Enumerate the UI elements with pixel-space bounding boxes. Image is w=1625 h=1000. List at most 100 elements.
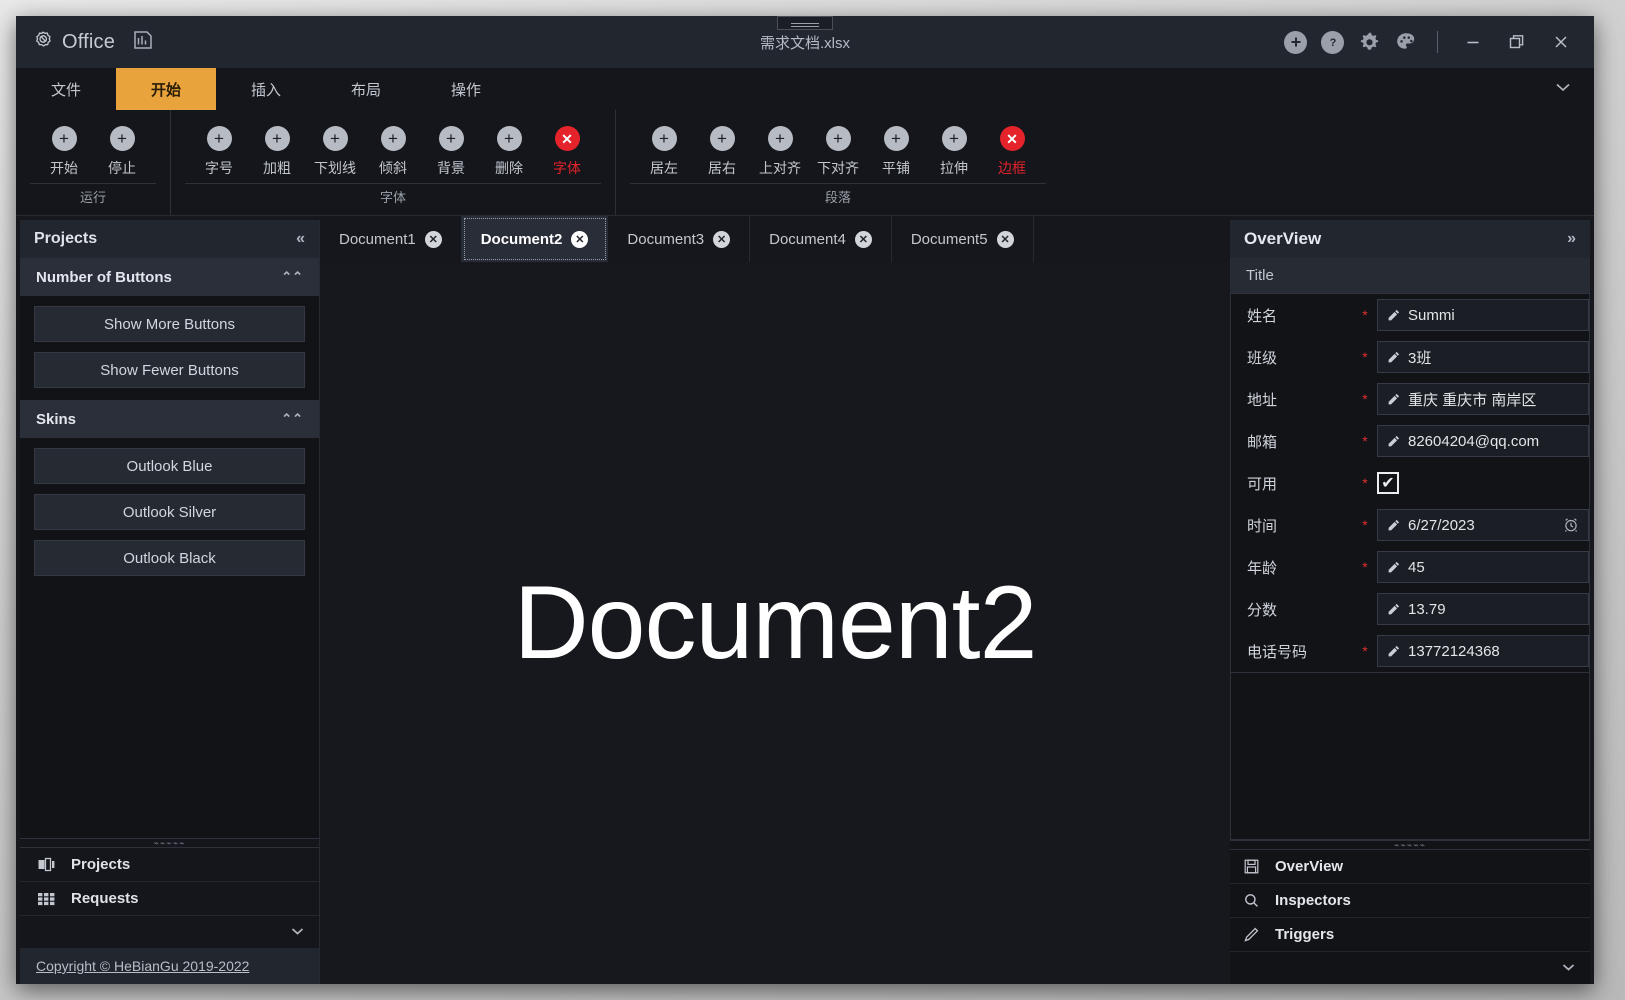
pencil-icon bbox=[1387, 351, 1400, 364]
document-tab-4[interactable]: Document4 ✕ bbox=[750, 216, 892, 262]
chevron-down-icon bbox=[290, 923, 305, 941]
document-canvas[interactable]: Document2 bbox=[320, 262, 1230, 984]
ribbon-button-border[interactable]: ✕ 边框 bbox=[986, 118, 1038, 181]
sidebar-group-body-buttons: Show More Buttons Show Fewer Buttons bbox=[20, 296, 319, 400]
search-icon bbox=[1244, 893, 1259, 908]
ribbon-tab-layout[interactable]: 布局 bbox=[316, 68, 416, 110]
document-tab-label: Document5 bbox=[910, 230, 988, 248]
close-icon[interactable]: ✕ bbox=[713, 230, 731, 248]
show-more-buttons-button[interactable]: Show More Buttons bbox=[34, 306, 305, 342]
field-control: Summi bbox=[1377, 299, 1589, 331]
sidebar-group-header-skins[interactable]: Skins ⌃⌃ bbox=[20, 400, 319, 438]
name-input[interactable]: Summi bbox=[1377, 299, 1589, 331]
email-input[interactable]: 82604204@qq.com bbox=[1377, 425, 1589, 457]
class-input[interactable]: 3班 bbox=[1377, 341, 1589, 373]
ribbon-button-tile[interactable]: + 平铺 bbox=[870, 118, 922, 181]
ribbon-button-align-top[interactable]: + 上对齐 bbox=[754, 118, 806, 181]
overview-resize-grip[interactable]: ⌁⌁⌁⌁⌁ bbox=[1230, 840, 1590, 850]
close-icon[interactable]: ✕ bbox=[996, 230, 1014, 248]
age-input[interactable]: 45 bbox=[1377, 551, 1589, 583]
score-input[interactable]: 13.79 bbox=[1377, 593, 1589, 625]
show-fewer-buttons-button[interactable]: Show Fewer Buttons bbox=[34, 352, 305, 388]
chevron-double-right-icon[interactable]: » bbox=[1567, 230, 1576, 248]
time-input[interactable]: 6/27/2023 bbox=[1377, 509, 1589, 541]
form-row-age: 年龄 * 45 bbox=[1231, 546, 1589, 588]
document-tab-1[interactable]: Document1 ✕ bbox=[320, 216, 462, 262]
office-logo-icon bbox=[33, 30, 53, 55]
palette-icon[interactable] bbox=[1395, 31, 1417, 53]
window-top-notch[interactable] bbox=[777, 16, 833, 30]
document-tab-2[interactable]: Document2 ✕ bbox=[461, 216, 609, 262]
pencil-icon bbox=[1387, 603, 1400, 616]
panel-item-triggers[interactable]: Triggers bbox=[1230, 918, 1590, 952]
sidebar-item-projects[interactable]: Projects bbox=[20, 848, 319, 882]
phone-input[interactable]: 13772124368 bbox=[1377, 635, 1589, 667]
ribbon-button-font-size[interactable]: + 字号 bbox=[193, 118, 245, 181]
sidebar-item-requests[interactable]: Requests bbox=[20, 882, 319, 916]
ribbon-button-bold[interactable]: + 加粗 bbox=[251, 118, 303, 181]
required-asterisk: * bbox=[1362, 433, 1368, 449]
save-icon bbox=[1244, 859, 1259, 874]
chevron-double-up-icon[interactable]: ⌃⌃ bbox=[281, 411, 303, 427]
close-circle-icon: ✕ bbox=[554, 126, 580, 151]
ribbon-group-font: + 字号 + 加粗 + 下划线 + 倾斜 + 背景 + 删除 ✕ 字体 字体 bbox=[170, 110, 615, 215]
ribbon-button-background[interactable]: + 背景 bbox=[425, 118, 477, 181]
ribbon-button-align-left[interactable]: + 居左 bbox=[638, 118, 690, 181]
panel-item-inspectors[interactable]: Inspectors bbox=[1230, 884, 1590, 918]
document-tab-3[interactable]: Document3 ✕ bbox=[608, 216, 751, 262]
minimize-button[interactable] bbox=[1458, 27, 1488, 57]
overview-overflow-button[interactable] bbox=[1230, 952, 1590, 984]
ribbon-button-start[interactable]: + 开始 bbox=[38, 118, 90, 181]
address-input[interactable]: 重庆 重庆市 南岸区 bbox=[1377, 383, 1589, 415]
close-button[interactable] bbox=[1546, 27, 1576, 57]
ribbon-button-align-right[interactable]: + 居右 bbox=[696, 118, 748, 181]
alarm-clock-icon[interactable] bbox=[1563, 517, 1579, 533]
plus-circle-icon: + bbox=[264, 126, 290, 151]
skin-outlook-black-button[interactable]: Outlook Black bbox=[34, 540, 305, 576]
ribbon-tab-file[interactable]: 文件 bbox=[16, 68, 116, 110]
ribbon-tab-home[interactable]: 开始 bbox=[116, 68, 216, 110]
svg-text:?: ? bbox=[1329, 37, 1336, 49]
chevron-double-up-icon[interactable]: ⌃⌃ bbox=[281, 269, 303, 285]
plus-circle-icon: + bbox=[51, 126, 77, 151]
close-icon[interactable]: ✕ bbox=[571, 230, 589, 248]
ribbon-tab-insert[interactable]: 插入 bbox=[216, 68, 316, 110]
ribbon-collapse-button[interactable] bbox=[1554, 68, 1594, 110]
sidebar-resize-grip[interactable]: ⌁⌁⌁⌁⌁ bbox=[20, 838, 319, 848]
required-asterisk: * bbox=[1362, 391, 1368, 407]
gear-icon[interactable] bbox=[1358, 31, 1381, 54]
question-icon[interactable]: ? bbox=[1321, 30, 1344, 54]
document-tab-label: Document2 bbox=[480, 230, 563, 248]
form-row-available: 可用 * ✔ bbox=[1231, 462, 1589, 504]
skin-outlook-blue-button[interactable]: Outlook Blue bbox=[34, 448, 305, 484]
panel-item-label: Triggers bbox=[1275, 926, 1335, 943]
ribbon-button-font[interactable]: ✕ 字体 bbox=[541, 118, 593, 181]
ribbon-tab-actions[interactable]: 操作 bbox=[416, 68, 516, 110]
plus-circle-icon: + bbox=[941, 126, 967, 151]
close-icon[interactable]: ✕ bbox=[854, 230, 872, 248]
skin-outlook-silver-button[interactable]: Outlook Silver bbox=[34, 494, 305, 530]
sidebar-footer: ⌁⌁⌁⌁⌁ Projects Requests Copyright © HeBi… bbox=[20, 838, 319, 984]
ribbon-button-underline[interactable]: + 下划线 bbox=[309, 118, 361, 181]
ribbon-button-align-bottom[interactable]: + 下对齐 bbox=[812, 118, 864, 181]
ribbon-button-strikethrough[interactable]: + 删除 bbox=[483, 118, 535, 181]
close-icon[interactable]: ✕ bbox=[424, 230, 442, 248]
field-label: 可用 bbox=[1247, 475, 1278, 493]
app-window: Office 需求文档.xlsx ? 文件 开始 插入 布局 操作 + 开始 +… bbox=[16, 16, 1594, 984]
ribbon-button-label: 居左 bbox=[650, 160, 678, 176]
panel-item-overview[interactable]: OverView bbox=[1230, 850, 1590, 884]
address-input-value: 重庆 重庆市 南岸区 bbox=[1408, 391, 1537, 409]
window-actions: ? bbox=[1284, 27, 1594, 57]
chevron-double-left-icon[interactable]: « bbox=[296, 230, 305, 248]
ribbon-button-stop[interactable]: + 停止 bbox=[96, 118, 148, 181]
ribbon-button-italic[interactable]: + 倾斜 bbox=[367, 118, 419, 181]
available-checkbox[interactable]: ✔ bbox=[1377, 472, 1399, 494]
field-control: 重庆 重庆市 南岸区 bbox=[1377, 383, 1589, 415]
copyright-link[interactable]: Copyright © HeBianGu 2019-2022 bbox=[20, 948, 319, 984]
document-tab-5[interactable]: Document5 ✕ bbox=[892, 216, 1034, 262]
ribbon-button-stretch[interactable]: + 拉伸 bbox=[928, 118, 980, 181]
restore-button[interactable] bbox=[1502, 27, 1532, 57]
plus-icon[interactable] bbox=[1284, 30, 1307, 54]
sidebar-group-header-buttons[interactable]: Number of Buttons ⌃⌃ bbox=[20, 258, 319, 296]
sidebar-overflow-button[interactable] bbox=[20, 916, 319, 948]
